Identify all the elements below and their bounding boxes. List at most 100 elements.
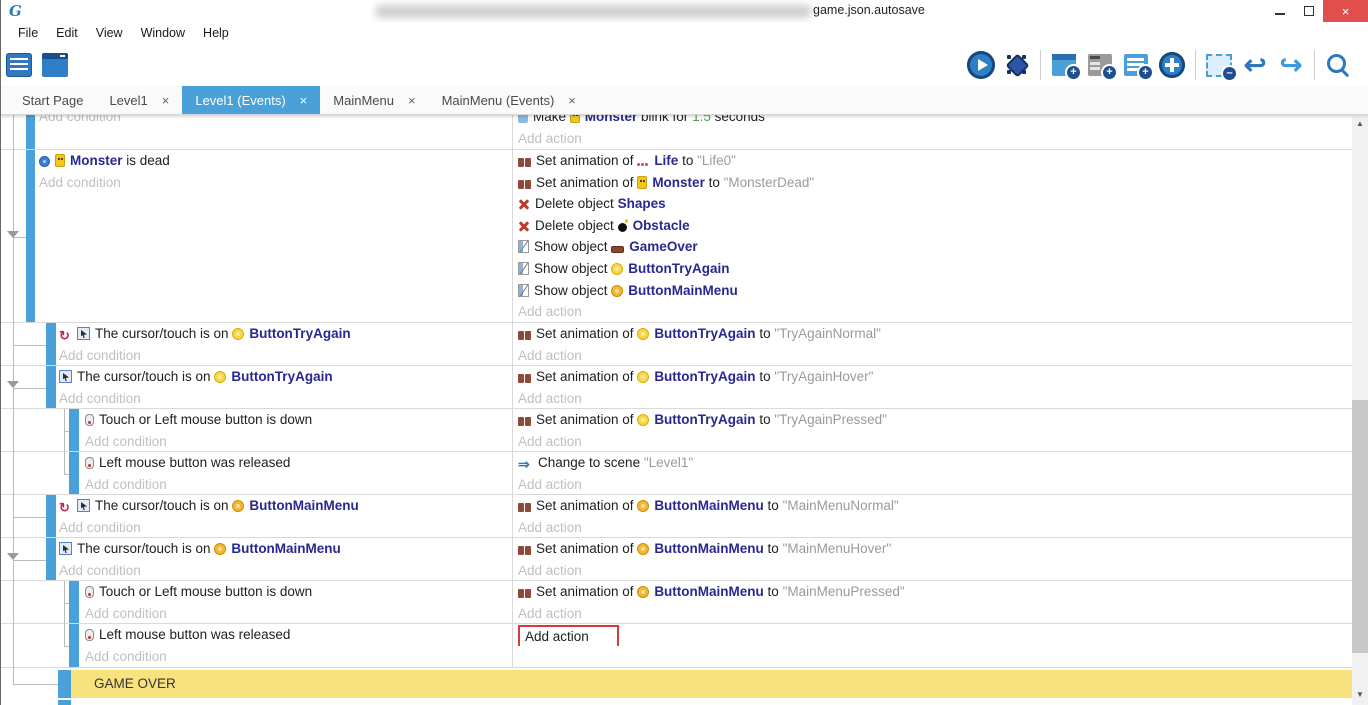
action-row[interactable]: Change to scene "Level1" [518,452,1353,474]
tab-mainmenu[interactable]: MainMenu× [320,86,428,114]
action-row[interactable]: Set animation of Life to "Life0" [518,150,1353,172]
maximize-button[interactable] [1294,0,1323,22]
action-row[interactable]: Set animation of Monster to "MonsterDead… [518,172,1353,194]
event-bar[interactable] [26,150,35,322]
tab-mainmenu-events[interactable]: MainMenu (Events)× [429,86,589,114]
action-row[interactable]: Set animation of ButtonTryAgain to "TryA… [518,323,1353,345]
collapse-arrow-icon[interactable] [7,231,19,238]
event-bar[interactable] [46,495,56,537]
tab-close-icon[interactable]: × [300,93,308,108]
object-name[interactable]: ButtonTryAgain [249,326,350,341]
condition-row[interactable]: The cursor/touch is on ButtonTryAgain [59,366,512,388]
event-bar[interactable] [69,452,79,494]
add-condition-button[interactable]: Add condition [39,172,512,194]
action-row[interactable]: Set animation of ButtonMainMenu to "Main… [518,538,1353,560]
event-block[interactable]: The cursor/touch is on ButtonMainMenuAdd… [1,495,1353,538]
scroll-up-arrow[interactable]: ▲ [1352,116,1368,132]
close-button[interactable]: × [1323,0,1368,22]
comment-event[interactable]: GAME OVER [1,668,1353,700]
action-row[interactable]: Show object ButtonMainMenu [518,280,1353,302]
event-bar[interactable] [58,700,71,705]
menu-help[interactable]: Help [194,26,238,40]
event-bar[interactable] [58,670,71,698]
object-name[interactable]: Life [654,153,678,168]
object-name[interactable]: ButtonTryAgain [654,412,755,427]
add-action-button[interactable]: Add action [518,431,1353,451]
scrollbar-thumb[interactable] [1352,400,1368,653]
add-action-button[interactable]: Add action [518,474,1353,494]
action-row[interactable]: Set animation of ButtonTryAgain to "TryA… [518,366,1353,388]
event-block[interactable]: Left mouse button was releasedAdd condit… [1,624,1353,668]
add-action-button[interactable]: Add action [518,345,1353,365]
add-condition-button[interactable]: Add condition [59,388,512,408]
add-action-button[interactable]: Add action [518,128,1353,149]
add-condition-button[interactable]: Add condition [59,560,512,580]
add-condition-button[interactable]: Add condition [85,603,512,623]
object-name[interactable]: Obstacle [633,218,690,233]
action-row[interactable]: Set animation of ButtonMainMenu to "Main… [518,581,1353,603]
add-condition-button[interactable]: Add condition [39,114,512,128]
object-name[interactable]: Monster [70,153,123,168]
condition-row[interactable]: The cursor/touch is on ButtonTryAgain [59,323,512,345]
minimize-button[interactable] [1265,0,1294,22]
play-button[interactable] [963,47,999,83]
undo-button[interactable] [1237,47,1273,83]
add-condition-button[interactable]: Add condition [59,517,512,537]
menu-file[interactable]: File [9,26,47,40]
object-name[interactable]: Monster [652,175,705,190]
action-row[interactable]: Set animation of ButtonMainMenu to "Main… [518,495,1353,517]
object-name[interactable]: ButtonMainMenu [249,498,358,513]
event-bar[interactable] [69,581,79,623]
condition-row[interactable]: Touch or Left mouse button is down [85,581,512,603]
event-block[interactable]: The cursor/touch is on ButtonTryAgainAdd… [1,366,1353,409]
collapse-arrow-icon[interactable] [7,381,19,388]
object-name[interactable]: ButtonTryAgain [628,261,729,276]
condition-row[interactable]: Left mouse button was released [85,452,512,474]
add-condition-button[interactable]: Add condition [85,646,512,667]
action-row[interactable]: Make Monster blink for 1.5 seconds [518,114,1353,128]
add-action-button[interactable]: Add action [518,301,1353,322]
event-block[interactable]: Touch or Left mouse button is downAdd co… [1,581,1353,624]
search-button[interactable] [1320,47,1356,83]
action-row[interactable]: Delete object Obstacle [518,215,1353,237]
tab-start-page[interactable]: Start Page [9,86,96,114]
menu-edit[interactable]: Edit [47,26,87,40]
scroll-down-arrow[interactable]: ▼ [1352,687,1368,703]
add-action-button[interactable]: Add action [518,517,1353,537]
object-name[interactable]: ButtonMainMenu [231,541,340,556]
vertical-scrollbar[interactable]: ▲ ▼ [1352,114,1368,705]
comment-text[interactable]: GAME OVER [71,670,1353,698]
event-block[interactable]: Touch or Left mouse button is downAdd co… [1,409,1353,452]
condition-row[interactable]: Monster is dead [39,150,512,172]
debug-button[interactable] [999,47,1035,83]
event-bar[interactable] [46,366,56,408]
add-action-button[interactable]: Add action [518,624,1353,646]
event-block[interactable]: Monster is deadAdd condition Set animatio… [1,150,1353,323]
add-condition-button[interactable]: Add condition [85,474,512,494]
tab-close-icon[interactable]: × [408,93,416,108]
event-bar[interactable] [46,323,56,365]
add-condition-button[interactable]: Add condition [59,345,512,365]
tab-level1-events[interactable]: Level1 (Events)× [182,86,320,114]
object-name[interactable]: GameOver [629,239,697,254]
project-manager-button[interactable] [1,47,37,83]
object-name[interactable]: ButtonMainMenu [654,541,763,556]
event-bar[interactable] [26,114,35,149]
action-row[interactable]: Show object GameOver [518,236,1353,258]
condition-row[interactable]: Left mouse button was released [85,624,512,646]
add-external-layout-button[interactable] [1118,47,1154,83]
tab-close-icon[interactable]: × [162,93,170,108]
condition-row[interactable]: Touch or Left mouse button is down [85,409,512,431]
event-bar[interactable] [46,538,56,580]
tab-level1[interactable]: Level1× [96,86,182,114]
event-block[interactable]: Add condition Make Monster blink for 1.5 … [1,114,1353,150]
action-row[interactable]: Set animation of ButtonTryAgain to "TryA… [518,409,1353,431]
redo-button[interactable] [1273,47,1309,83]
action-row[interactable]: Delete object Shapes [518,193,1353,215]
tab-close-icon[interactable]: × [568,93,576,108]
object-name[interactable]: ButtonMainMenu [654,498,763,513]
condition-row[interactable]: The cursor/touch is on ButtonMainMenu [59,495,512,517]
condition-row[interactable]: The cursor/touch is on ButtonMainMenu [59,538,512,560]
deselect-button[interactable] [1201,47,1237,83]
add-scene-button[interactable] [1046,47,1082,83]
